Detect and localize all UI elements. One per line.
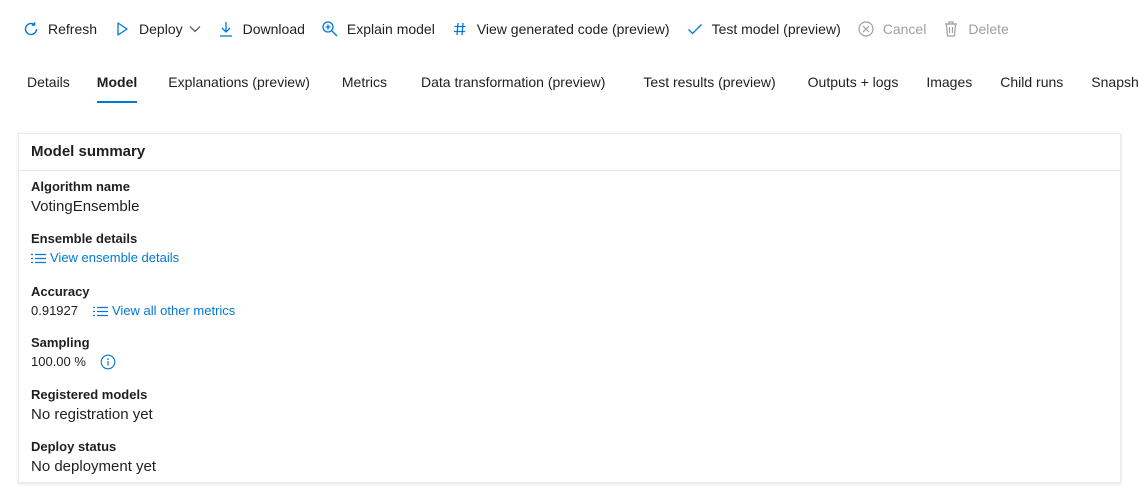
- registered-models-value: No registration yet: [31, 406, 153, 423]
- delete-label: Delete: [968, 21, 1009, 37]
- delete-button[interactable]: Delete: [942, 14, 1009, 44]
- download-label: Download: [242, 21, 305, 37]
- card-title: Model summary: [19, 134, 1120, 171]
- accuracy-label: Accuracy: [31, 284, 90, 299]
- tab-details[interactable]: Details: [27, 64, 70, 100]
- cancel-button[interactable]: Cancel: [857, 14, 927, 44]
- tab-data-transformation[interactable]: Data transformation (preview): [421, 64, 605, 100]
- list-icon: [31, 253, 46, 264]
- view-ensemble-details-text: View ensemble details: [50, 250, 180, 265]
- algorithm-value: VotingEnsemble: [31, 198, 140, 215]
- test-model-label: Test model (preview): [711, 21, 841, 37]
- refresh-icon: [22, 20, 40, 38]
- chevron-down-icon[interactable]: [189, 25, 201, 33]
- info-icon[interactable]: [100, 354, 116, 370]
- registered-models-field: Registered models No registration yet: [31, 386, 153, 426]
- view-ensemble-details-link[interactable]: View ensemble details: [31, 248, 179, 268]
- accuracy-value: 0.91927: [31, 303, 78, 318]
- tab-snapshot[interactable]: Snapshot: [1091, 64, 1139, 100]
- accuracy-row: 0.91927 View all other metrics: [31, 301, 235, 321]
- trash-icon: [942, 20, 960, 38]
- algorithm-field: Algorithm name VotingEnsemble: [31, 178, 139, 218]
- list-icon: [93, 306, 108, 317]
- registered-models-label: Registered models: [31, 387, 148, 402]
- view-all-metrics-text: View all other metrics: [112, 303, 236, 318]
- test-model-button[interactable]: Test model (preview): [686, 14, 841, 44]
- command-bar: Refresh Deploy Download Explain model Vi…: [22, 14, 1025, 44]
- download-button[interactable]: Download: [217, 14, 305, 44]
- view-generated-code-label: View generated code (preview): [476, 21, 670, 37]
- sampling-field: Sampling 100.00 %: [31, 334, 116, 372]
- sampling-value: 100.00 %: [31, 354, 86, 369]
- cancel-label: Cancel: [882, 21, 927, 37]
- sampling-row: 100.00 %: [31, 352, 116, 372]
- explain-model-button[interactable]: Explain model: [321, 14, 435, 44]
- refresh-button[interactable]: Refresh: [22, 14, 97, 44]
- checkmark-icon: [686, 20, 704, 38]
- play-icon: [113, 20, 131, 38]
- tab-outputs-logs[interactable]: Outputs + logs: [808, 64, 899, 100]
- ensemble-label: Ensemble details: [31, 231, 138, 246]
- ensemble-field: Ensemble details View ensemble details: [31, 230, 179, 269]
- refresh-label: Refresh: [48, 21, 98, 37]
- hash-icon: [451, 20, 469, 38]
- accuracy-field: Accuracy 0.91927 View all other metrics: [31, 283, 235, 321]
- algorithm-label: Algorithm name: [31, 179, 130, 194]
- tab-test-results[interactable]: Test results (preview): [643, 64, 775, 100]
- tab-child-runs[interactable]: Child runs: [1000, 64, 1063, 100]
- sampling-label: Sampling: [31, 335, 90, 350]
- deploy-status-value: No deployment yet: [31, 458, 157, 475]
- tab-model[interactable]: Model: [96, 64, 138, 103]
- deploy-button[interactable]: Deploy: [113, 14, 201, 44]
- model-summary-card: Model summary Algorithm name VotingEnsem…: [18, 133, 1121, 483]
- deploy-label: Deploy: [139, 21, 183, 37]
- deploy-status-label: Deploy status: [31, 439, 117, 454]
- download-icon: [217, 20, 235, 38]
- tab-explanations[interactable]: Explanations (preview): [168, 64, 310, 100]
- zoom-in-icon: [321, 20, 339, 38]
- view-generated-code-button[interactable]: View generated code (preview): [451, 14, 670, 44]
- view-all-metrics-link[interactable]: View all other metrics: [93, 301, 235, 321]
- tab-bar: Details Model Explanations (preview) Met…: [27, 64, 1139, 104]
- tab-images[interactable]: Images: [926, 64, 972, 100]
- deploy-status-field: Deploy status No deployment yet: [31, 438, 156, 478]
- tab-metrics[interactable]: Metrics: [342, 64, 387, 100]
- cancel-icon: [857, 20, 875, 38]
- explain-model-label: Explain model: [346, 21, 435, 37]
